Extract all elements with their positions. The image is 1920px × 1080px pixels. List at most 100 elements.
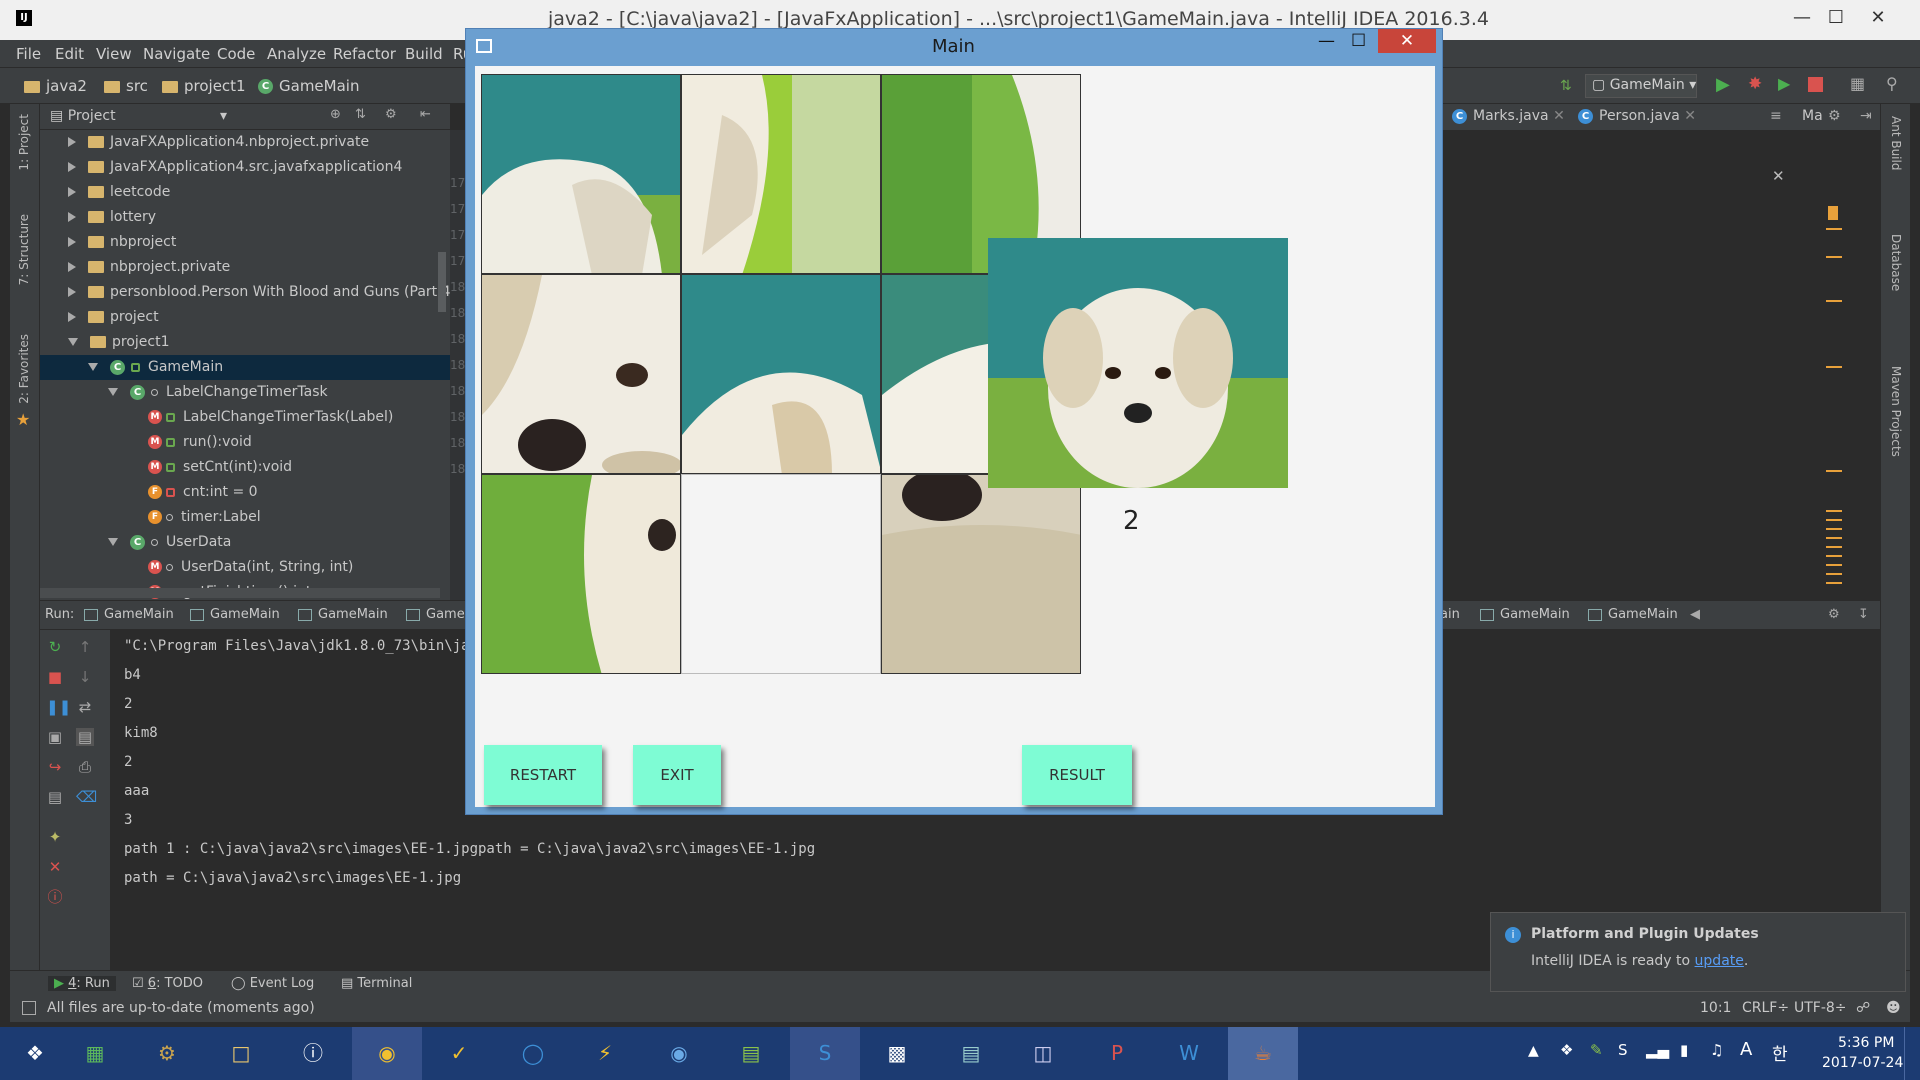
search-icon[interactable]: ⚲ <box>1886 74 1898 93</box>
tree-item[interactable]: nbproject <box>40 230 450 255</box>
chevron-right-icon[interactable] <box>68 137 76 147</box>
rerun-icon[interactable]: ↻ <box>46 638 64 656</box>
excel-app-icon[interactable]: ▦ <box>60 1027 130 1080</box>
print-icon[interactable]: ⎙ <box>76 758 94 776</box>
hide-icon[interactable]: ⇤ <box>420 107 431 122</box>
puzzle-tile[interactable] <box>481 274 681 474</box>
clock-time[interactable]: 5:36 PM <box>1838 1035 1894 1051</box>
minimize-icon[interactable]: — <box>1784 4 1820 32</box>
puzzle-tile[interactable] <box>481 74 681 274</box>
dropbox-icon[interactable]: ❖ <box>1560 1041 1573 1059</box>
run-config-select[interactable]: ▢ GameMain ▾ <box>1585 74 1697 98</box>
camera-icon[interactable]: ▣ <box>46 728 64 746</box>
lock-icon[interactable]: ☍ <box>1856 1000 1870 1016</box>
ime-a-icon[interactable]: A <box>1740 1039 1752 1060</box>
run-icon[interactable]: ▶ <box>1716 74 1730 95</box>
tool-tab-run[interactable]: ▶ 4: Run <box>48 976 116 991</box>
tree-item[interactable]: M LabelChangeTimerTask(Label) <box>40 405 450 430</box>
puzzle-tile[interactable] <box>481 474 681 674</box>
trash-icon[interactable]: ⌫ <box>76 788 97 806</box>
chevron-right-icon[interactable] <box>68 162 76 172</box>
tab-favorites[interactable]: 2: Favorites <box>17 334 31 404</box>
inspector-icon[interactable]: ☻ <box>1886 1000 1901 1016</box>
tree-item[interactable]: Mrun():void <box>40 430 450 455</box>
warning-marker[interactable] <box>1826 366 1842 368</box>
tree-item[interactable]: lottery <box>40 205 450 230</box>
empty-tile[interactable] <box>681 474 881 674</box>
menu-code[interactable]: Code <box>217 45 255 63</box>
battery-icon[interactable]: ▮ <box>1680 1041 1688 1059</box>
tab-person-java[interactable]: C Person.java ✕ <box>1578 108 1696 124</box>
run-tab-gamemain[interactable]: GameMain <box>1588 607 1678 622</box>
pin-icon[interactable]: ✦ <box>46 828 64 846</box>
close-icon[interactable]: ✕ <box>1378 29 1436 53</box>
project-view-select[interactable]: ▤ Project ▾ <box>50 108 227 124</box>
warning-marker[interactable] <box>1826 228 1842 258</box>
chevron-right-icon[interactable] <box>68 187 76 197</box>
tree-item[interactable]: project1 <box>40 330 450 355</box>
warning-marker[interactable] <box>1826 300 1842 302</box>
chart-app-icon[interactable]: ▤ <box>716 1027 786 1080</box>
line-separator[interactable]: CRLF÷ <box>1742 1000 1789 1016</box>
tree-item[interactable]: nbproject.private <box>40 255 450 280</box>
ime-korean[interactable]: 한 <box>1772 1040 1788 1065</box>
tab-ant-build[interactable]: Ant Build <box>1889 116 1903 170</box>
signal-icon[interactable]: ▂▄ <box>1646 1041 1669 1059</box>
update-notification[interactable]: i Platform and Plugin Updates IntelliJ I… <box>1490 912 1906 992</box>
up-icon[interactable]: ↑ <box>76 638 94 656</box>
menu-edit[interactable]: Edit <box>55 45 84 63</box>
result-button[interactable]: RESULT <box>1022 745 1132 805</box>
menu-navigate[interactable]: Navigate <box>143 45 210 63</box>
maximize-icon[interactable]: ☐ <box>1351 31 1366 51</box>
intellij-app-icon[interactable]: ▩ <box>862 1027 932 1080</box>
menu-file[interactable]: File <box>16 45 41 63</box>
menu-build[interactable]: Build <box>405 45 443 63</box>
skype-app-icon[interactable]: S <box>790 1027 860 1080</box>
wrap-icon[interactable]: ⇄ <box>76 698 94 716</box>
collapse-icon[interactable]: ⇅ <box>355 107 366 122</box>
tree-item[interactable]: personblood.Person With Blood and Guns (… <box>40 280 450 305</box>
run-tab-gamemain[interactable]: GameMain <box>1480 607 1570 622</box>
tree-item[interactable]: Fcnt:int = 0 <box>40 480 450 505</box>
close-tab-icon[interactable]: ✕ <box>1553 108 1565 124</box>
layout-icon[interactable]: ▤ <box>46 788 64 806</box>
coverage-icon[interactable]: ▶ <box>1778 74 1790 93</box>
volume-icon[interactable]: ♫ <box>1710 1041 1723 1059</box>
scroll-left-icon[interactable]: ◀ <box>1690 607 1700 622</box>
maximize-icon[interactable]: ☐ <box>1818 4 1854 32</box>
hide-icon[interactable]: ⇥ <box>1860 108 1872 124</box>
caret-position[interactable]: 10:1 <box>1700 1000 1731 1016</box>
tab-project[interactable]: 1: Project <box>17 114 31 171</box>
gear-icon[interactable]: ⚙ <box>1828 607 1840 622</box>
exit-button[interactable]: EXIT <box>633 745 721 805</box>
powerpoint-app-icon[interactable]: P <box>1082 1027 1152 1080</box>
exit-icon[interactable]: ↪ <box>46 758 64 776</box>
hardware-app-icon[interactable]: ⚙ <box>132 1027 202 1080</box>
horizontal-scrollbar[interactable] <box>40 588 440 598</box>
tree-item[interactable]: JavaFXApplication4.nbproject.private <box>40 130 450 155</box>
puzzle-tile[interactable] <box>681 74 881 274</box>
debug-icon[interactable]: ✸ <box>1748 74 1762 94</box>
word-app-icon[interactable]: W <box>1154 1027 1224 1080</box>
chevron-down-icon[interactable] <box>68 338 78 346</box>
restart-button[interactable]: RESTART <box>484 745 602 805</box>
down-icon[interactable]: ↓ <box>76 668 94 686</box>
chevron-right-icon[interactable] <box>68 237 76 247</box>
chevron-up-icon[interactable]: ▲ <box>1528 1043 1539 1059</box>
scroll-to-end-icon[interactable]: ▤ <box>76 728 94 746</box>
close-icon[interactable]: ✕ <box>46 858 64 876</box>
warning-marker[interactable] <box>1826 470 1842 472</box>
tool-tab-todo[interactable]: ☑ 6: TODO <box>132 976 203 991</box>
hide-icon[interactable]: ↧ <box>1858 607 1869 622</box>
chevron-right-icon[interactable] <box>68 212 76 222</box>
run-tab-gamemain[interactable]: Game <box>406 607 465 622</box>
gear-icon[interactable]: ⚙ <box>1828 108 1841 124</box>
puzzle-tile[interactable] <box>681 274 881 474</box>
warning-marker[interactable] <box>1826 510 1842 590</box>
breadcrumb-java2[interactable]: java2 <box>24 77 87 95</box>
tree-item[interactable]: C UserData <box>40 530 450 555</box>
chrome-app-icon[interactable]: ◉ <box>352 1027 422 1080</box>
update-link[interactable]: update <box>1695 953 1744 969</box>
locate-icon[interactable]: ⊕ <box>330 107 341 122</box>
layout-icon[interactable] <box>22 1001 36 1015</box>
